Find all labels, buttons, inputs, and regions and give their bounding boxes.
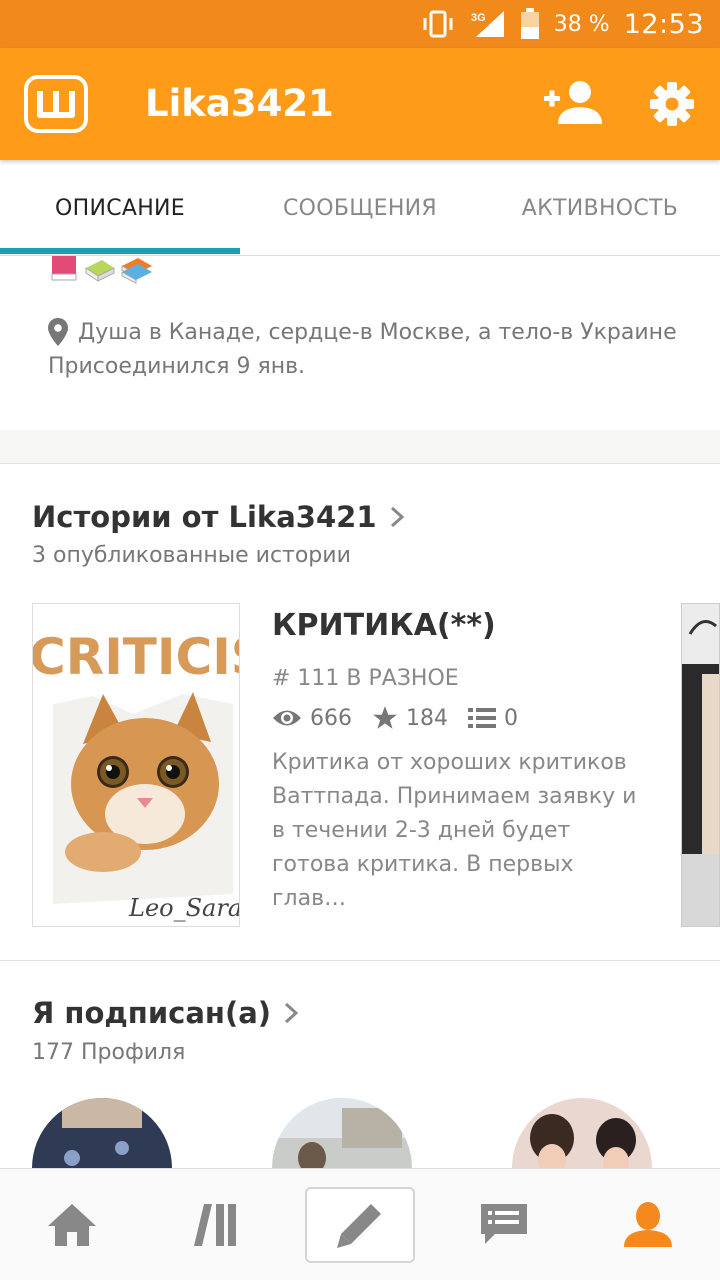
book-icon	[85, 260, 115, 282]
nav-profile[interactable]	[576, 1169, 720, 1280]
bottom-navigation	[0, 1168, 720, 1280]
profile-username-title: Lika3421	[145, 82, 334, 125]
story-cover[interactable]: CRITICISM Leo_Sara	[32, 603, 240, 927]
section-separator	[0, 960, 720, 961]
story-title[interactable]: КРИТИКА(**)	[272, 608, 496, 643]
tab-active-indicator	[0, 248, 240, 254]
settings-button[interactable]	[646, 78, 698, 130]
reads-count: 666	[310, 705, 352, 731]
next-story-cover-partial[interactable]	[681, 603, 720, 927]
eye-icon	[273, 710, 301, 726]
battery-percent: 38 %	[553, 11, 610, 37]
stories-section-title: Истории от Lika3421	[32, 500, 377, 534]
star-icon	[373, 706, 397, 729]
nav-home[interactable]	[0, 1169, 144, 1280]
votes-count: 184	[406, 705, 448, 731]
chevron-right-icon	[390, 506, 404, 528]
status-icons: 3G 38 % 12:53	[420, 0, 704, 48]
cover-title-text: CRITICISM	[33, 628, 240, 686]
location-pin-icon	[48, 318, 68, 346]
story-stats: 666 184 0	[272, 705, 538, 731]
app-bar: Lika3421	[0, 48, 720, 160]
profile-tabs: ОПИСАНИЕ СООБЩЕНИЯ АКТИВНОСТЬ	[0, 160, 720, 256]
signal-icon: 3G	[470, 9, 506, 39]
clock: 12:53	[623, 8, 704, 40]
section-divider	[0, 430, 720, 464]
cover-signature: Leo_Sara	[128, 894, 240, 922]
following-count: 177 Профиля	[32, 1040, 186, 1065]
tab-messages[interactable]: СООБЩЕНИЯ	[240, 160, 480, 256]
wattpad-logo-icon[interactable]	[24, 75, 88, 133]
bio-emojis	[48, 256, 154, 284]
book-icon	[51, 256, 77, 281]
nav-write[interactable]	[305, 1187, 415, 1263]
status-bar: 3G 38 % 12:53	[0, 0, 720, 48]
profile-icon	[624, 1202, 672, 1247]
library-icon	[194, 1204, 236, 1246]
tab-description[interactable]: ОПИСАНИЕ	[0, 160, 240, 256]
vibrate-icon	[420, 10, 456, 38]
follow-button[interactable]	[540, 78, 604, 130]
reads-stat: 666	[272, 706, 352, 731]
following-section-header[interactable]: Я подписан(а)	[32, 996, 299, 1030]
write-pencil-icon	[337, 1204, 381, 1248]
story-description: Критика от хороших критиков Ваттпада. Пр…	[272, 750, 637, 911]
parts-count: 0	[504, 705, 518, 731]
home-icon	[48, 1204, 96, 1246]
nav-library[interactable]	[144, 1169, 288, 1280]
tab-activity[interactable]: АКТИВНОСТЬ	[480, 160, 720, 256]
following-section-title: Я подписан(а)	[32, 996, 272, 1030]
books-icon	[121, 258, 152, 284]
parts-stat: 0	[468, 706, 518, 731]
location-row: Душа в Канаде, сердце-в Москве, а тело-в…	[48, 318, 677, 346]
votes-stat: 184	[372, 705, 448, 731]
chevron-right-icon	[285, 1002, 299, 1024]
add-user-icon	[544, 81, 602, 124]
list-icon	[468, 708, 496, 728]
story-rank: # 111 В РАЗНОЕ	[272, 666, 459, 691]
nav-messages[interactable]	[432, 1169, 576, 1280]
svg-text:3G: 3G	[471, 12, 486, 24]
messages-icon	[481, 1204, 527, 1244]
stories-section-header[interactable]: Истории от Lika3421	[32, 500, 405, 534]
gear-icon	[650, 82, 694, 126]
joined-date: Присоединился 9 янв.	[48, 354, 306, 379]
stories-count: 3 опубликованные истории	[32, 543, 351, 568]
location-text: Душа в Канаде, сердце-в Москве, а тело-в…	[78, 319, 677, 345]
battery-icon	[520, 8, 540, 40]
